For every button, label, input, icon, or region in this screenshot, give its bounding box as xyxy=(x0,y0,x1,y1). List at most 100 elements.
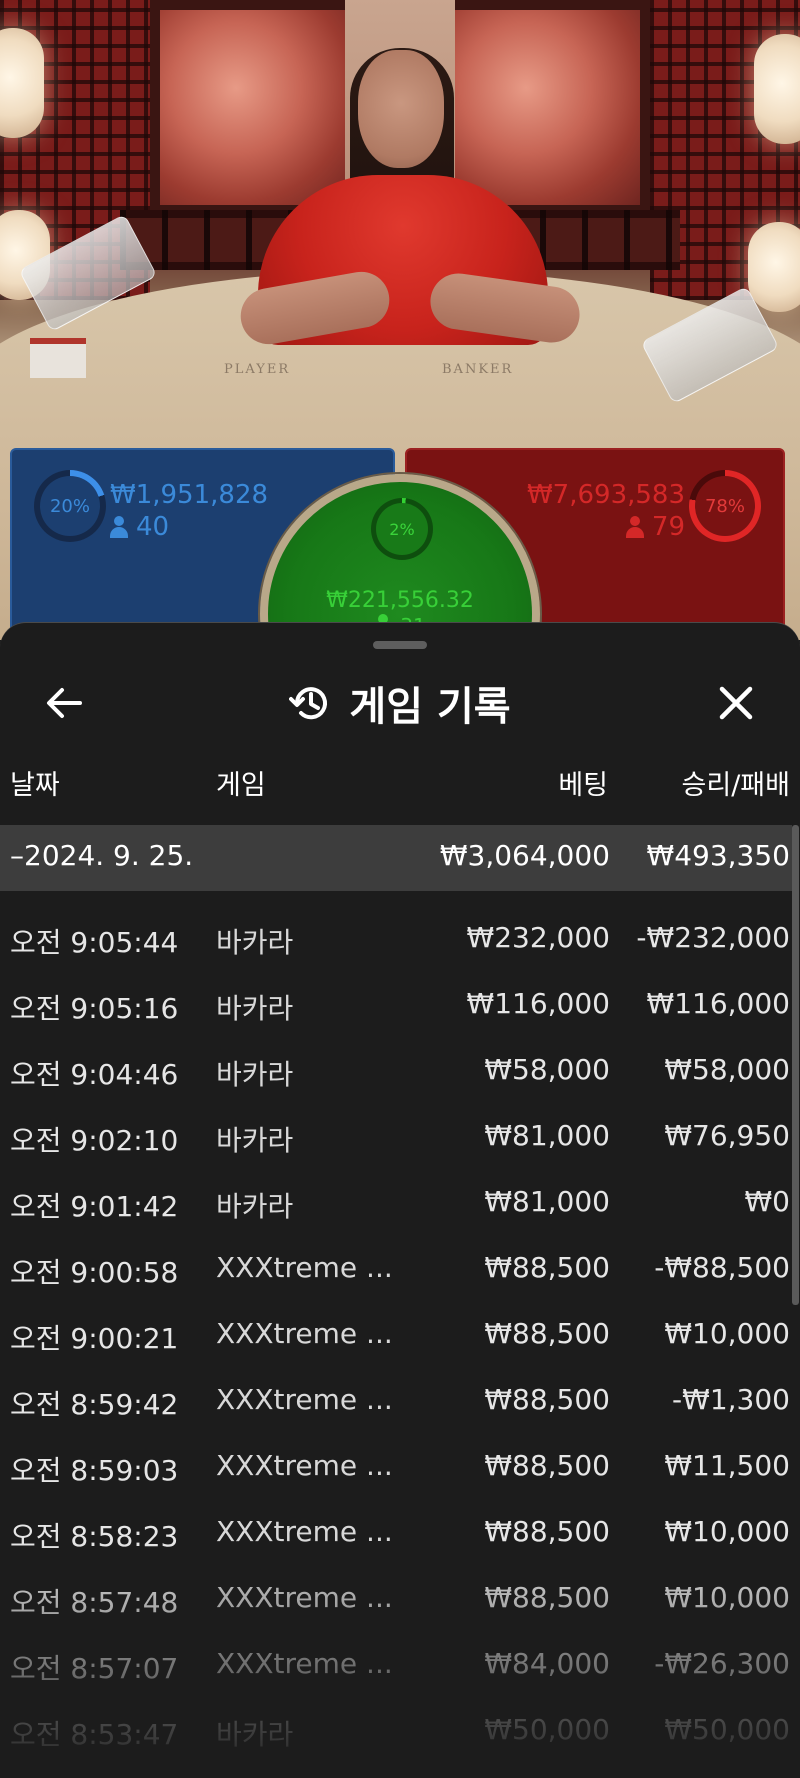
row-bet: ₩88,500 xyxy=(484,1581,610,1614)
history-row[interactable]: 오전 9:00:58 XXXtreme ... ₩88,500 -₩88,500 xyxy=(0,1221,792,1289)
drag-handle[interactable] xyxy=(373,641,427,649)
banker-total-amount: ₩7,693,583 xyxy=(526,480,685,510)
date-group-bet-total: ₩3,064,000 xyxy=(439,839,610,872)
row-game: XXXtreme ... xyxy=(216,1449,393,1482)
history-row[interactable]: 오전 9:04:46 바카라 ₩58,000 ₩58,000 xyxy=(0,1023,792,1091)
scrollbar[interactable] xyxy=(792,825,799,1305)
row-win-loss: ₩58,000 xyxy=(664,1053,790,1086)
row-game: 바카라 xyxy=(216,926,294,959)
back-button[interactable] xyxy=(32,671,96,735)
row-time: 오전 8:57:07 xyxy=(10,1652,179,1685)
row-time: 오전 8:59:03 xyxy=(10,1454,179,1487)
row-win-loss: ₩10,000 xyxy=(664,1581,790,1614)
lantern xyxy=(748,222,800,312)
tie-percent: 2% xyxy=(389,519,415,539)
close-button[interactable] xyxy=(704,671,768,735)
history-row[interactable]: 오전 9:05:44 바카라 ₩232,000 -₩232,000 xyxy=(0,891,792,959)
banker-percent-ring: 78% xyxy=(689,470,761,542)
row-bet: ₩84,000 xyxy=(484,1647,610,1680)
history-row[interactable]: 오전 9:05:16 바카라 ₩116,000 ₩116,000 xyxy=(0,957,792,1025)
row-win-loss: ₩76,950 xyxy=(664,1119,790,1152)
row-bet: ₩88,500 xyxy=(484,1515,610,1548)
person-icon xyxy=(110,516,128,538)
row-time: 오전 8:53:47 xyxy=(10,1718,179,1751)
blossom-panel-left xyxy=(150,0,360,215)
row-time: 오전 9:05:16 xyxy=(10,992,179,1025)
history-row[interactable]: 오전 9:02:10 바카라 ₩81,000 ₩76,950 xyxy=(0,1089,792,1157)
row-game: XXXtreme ... xyxy=(216,1383,393,1416)
lantern xyxy=(754,34,800,144)
row-bet: ₩50,000 xyxy=(484,1713,610,1746)
row-game: XXXtreme ... xyxy=(216,1647,393,1680)
card-deck xyxy=(30,338,86,378)
player-count: 40 xyxy=(110,512,169,542)
person-icon xyxy=(625,516,644,538)
history-row[interactable]: 오전 9:00:21 XXXtreme ... ₩88,500 ₩10,000 xyxy=(0,1287,792,1355)
tie-total-amount: ₩221,556.32 xyxy=(326,588,474,613)
arrow-left-icon xyxy=(47,688,82,718)
table-label-player: PLAYER xyxy=(224,362,291,377)
player-total-amount: ₩1,951,828 xyxy=(110,480,269,510)
date-group-win-loss-total: ₩493,350 xyxy=(646,839,790,872)
row-win-loss: ₩0 xyxy=(744,1185,791,1218)
row-time: 오전 8:58:23 xyxy=(10,1520,179,1553)
row-win-loss: ₩50,000 xyxy=(664,1713,790,1746)
row-time: 오전 9:01:42 xyxy=(10,1190,179,1223)
row-game: 바카라 xyxy=(216,1124,294,1157)
row-game: 바카라 xyxy=(216,1058,294,1091)
row-time: 오전 9:00:58 xyxy=(10,1256,179,1289)
row-bet: ₩88,500 xyxy=(484,1251,610,1284)
row-game: 바카라 xyxy=(216,1718,294,1751)
row-win-loss: -₩88,500 xyxy=(654,1251,790,1284)
row-win-loss: ₩116,000 xyxy=(646,987,790,1020)
row-win-loss: ₩10,000 xyxy=(664,1317,790,1350)
column-header-date[interactable]: 날짜 xyxy=(10,763,60,802)
column-header-game[interactable]: 게임 xyxy=(216,763,266,802)
history-row[interactable]: 오전 8:57:48 XXXtreme ... ₩88,500 ₩10,000 xyxy=(0,1551,792,1619)
row-bet: ₩88,500 xyxy=(484,1449,610,1482)
row-bet: ₩232,000 xyxy=(466,921,610,954)
row-game: XXXtreme ... xyxy=(216,1515,393,1548)
close-icon xyxy=(719,686,753,720)
row-bet: ₩116,000 xyxy=(466,987,610,1020)
row-time: 오전 8:59:42 xyxy=(10,1388,179,1421)
player-count-value: 40 xyxy=(136,512,170,542)
lantern xyxy=(0,28,44,138)
row-win-loss: -₩232,000 xyxy=(636,921,790,954)
history-row[interactable]: 오전 8:59:42 XXXtreme ... ₩88,500 -₩1,300 xyxy=(0,1353,792,1421)
history-row[interactable]: 오전 8:58:23 XXXtreme ... ₩88,500 ₩10,000 xyxy=(0,1485,792,1553)
history-list: 오전 9:05:44 바카라 ₩232,000 -₩232,000 오전 9:0… xyxy=(0,891,792,1778)
row-game: 바카라 xyxy=(216,992,294,1025)
history-row[interactable]: 오전 9:01:42 바카라 ₩81,000 ₩0 xyxy=(0,1155,792,1223)
row-game: 바카라 xyxy=(216,1190,294,1223)
row-bet: ₩88,500 xyxy=(484,1383,610,1416)
dealer-head xyxy=(358,50,444,168)
column-header-win-loss[interactable]: 승리/패배 xyxy=(682,763,790,802)
row-win-loss: -₩26,300 xyxy=(654,1647,790,1680)
column-header-bet[interactable]: 베팅 xyxy=(558,763,608,802)
row-win-loss: -₩1,300 xyxy=(672,1383,790,1416)
row-time: 오전 9:05:44 xyxy=(10,926,179,959)
row-game: XXXtreme ... xyxy=(216,1581,393,1614)
row-game: XXXtreme ... xyxy=(216,1317,393,1350)
row-time: 오전 9:00:21 xyxy=(10,1322,179,1355)
row-bet: ₩88,500 xyxy=(484,1317,610,1350)
row-win-loss: ₩10,000 xyxy=(664,1515,790,1548)
table-label-banker: BANKER xyxy=(442,362,514,377)
date-group-row[interactable]: –2024. 9. 25. ₩3,064,000 ₩493,350 xyxy=(0,825,792,891)
player-percent: 20% xyxy=(49,495,90,517)
game-history-sheet: 게임 기록 날짜 게임 베팅 승리/패배 –2024. 9. 25. ₩3,06… xyxy=(0,622,800,1778)
row-time: 오전 9:04:46 xyxy=(10,1058,179,1091)
sheet-title: 게임 기록 xyxy=(349,684,511,730)
row-game: XXXtreme ... xyxy=(216,1251,393,1284)
history-icon xyxy=(289,687,328,720)
banker-count: 79 xyxy=(625,512,685,542)
date-group-label: –2024. 9. 25. xyxy=(10,839,194,872)
player-percent-ring: 20% xyxy=(34,470,106,542)
history-row[interactable]: 오전 8:53:47 바카라 ₩50,000 ₩50,000 xyxy=(0,1683,792,1751)
row-time: 오전 9:02:10 xyxy=(10,1124,179,1157)
row-win-loss: ₩11,500 xyxy=(664,1449,790,1482)
history-row[interactable]: 오전 8:59:03 XXXtreme ... ₩88,500 ₩11,500 xyxy=(0,1419,792,1487)
banker-percent: 78% xyxy=(704,495,745,517)
history-row[interactable]: 오전 8:57:07 XXXtreme ... ₩84,000 -₩26,300 xyxy=(0,1617,792,1685)
